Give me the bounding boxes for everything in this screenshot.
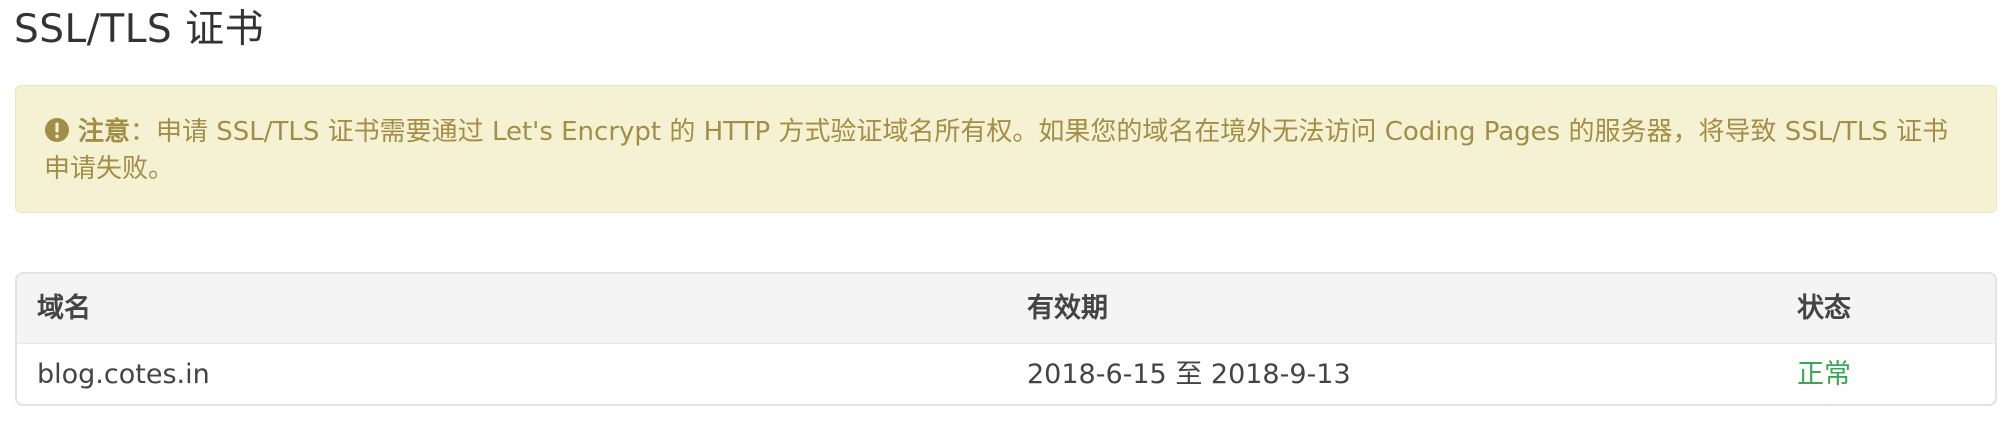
cell-domain: blog.cotes.in	[37, 359, 210, 390]
certificate-table: 域名 有效期 状态 blog.cotes.in 2018-6-15 至 2018…	[15, 272, 1997, 406]
column-header-status: 状态	[1797, 293, 1851, 324]
notice-body: 注意：申请 SSL/TLS 证书需要通过 Let's Encrypt 的 HTT…	[44, 114, 1968, 188]
exclamation-circle-icon	[45, 118, 69, 142]
notice-separator: ：	[130, 117, 157, 147]
column-header-validity: 有效期	[1027, 293, 1108, 324]
table-row: blog.cotes.in 2018-6-15 至 2018-9-13 正常	[17, 344, 1995, 404]
notice-message: 申请 SSL/TLS 证书需要通过 Let's Encrypt 的 HTTP 方…	[44, 117, 1949, 184]
column-header-domain: 域名	[37, 293, 91, 324]
cell-validity: 2018-6-15 至 2018-9-13	[1027, 359, 1351, 390]
ssl-certificate-page: SSL/TLS 证书 注意：申请 SSL/TLS 证书需要通过 Let's En…	[0, 0, 2016, 422]
notice-label: 注意	[78, 117, 131, 147]
page-title: SSL/TLS 证书	[14, 7, 265, 52]
warning-notice: 注意：申请 SSL/TLS 证书需要通过 Let's Encrypt 的 HTT…	[15, 85, 1997, 213]
table-header: 域名 有效期 状态	[17, 274, 1995, 344]
status-badge: 正常	[1797, 359, 1851, 390]
